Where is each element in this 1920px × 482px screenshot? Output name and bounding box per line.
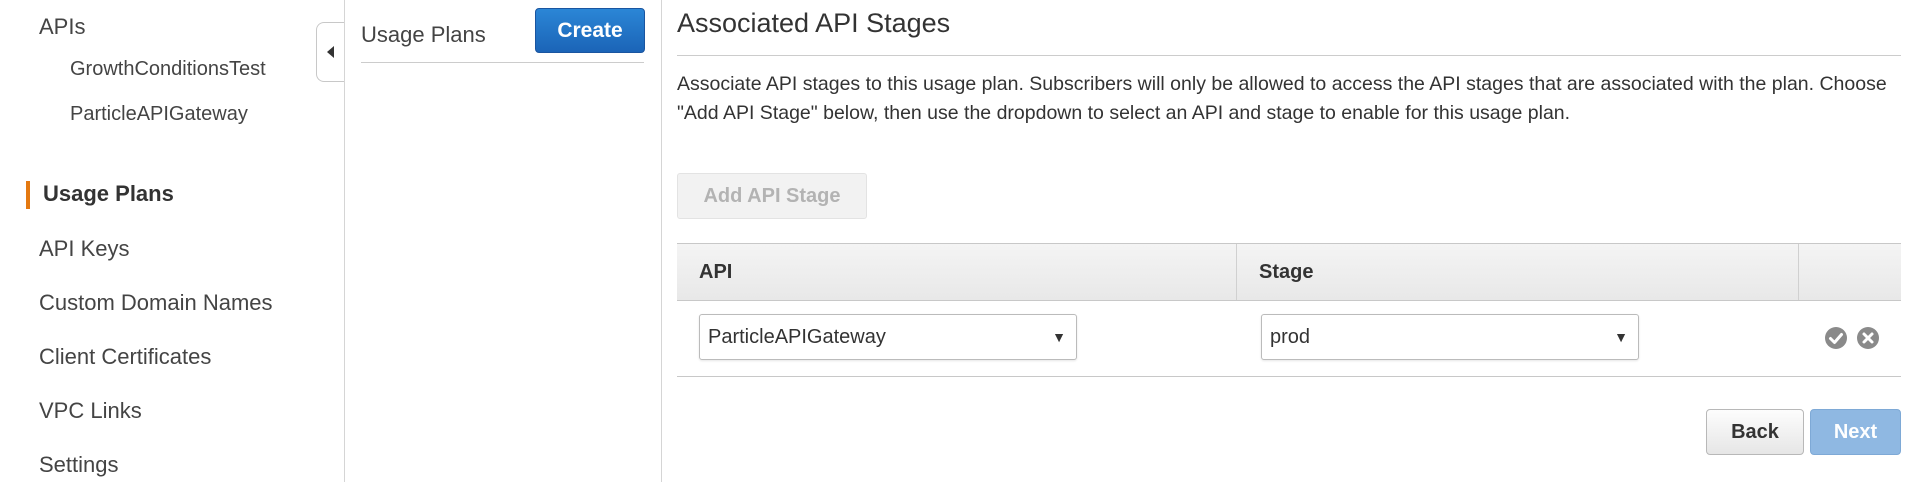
stage-select-value: prod (1270, 326, 1311, 348)
nav-item-apis[interactable]: APIs (39, 14, 85, 40)
chevron-down-icon: ▼ (1052, 329, 1066, 345)
nav-item-client-certificates[interactable]: Client Certificates (39, 344, 211, 370)
next-button[interactable]: Next (1810, 409, 1901, 455)
nav-item-growthconditionstest[interactable]: GrowthConditionsTest (70, 58, 266, 81)
nav-item-settings[interactable]: Settings (39, 452, 119, 478)
nav-item-particleapigateway[interactable]: ParticleAPIGateway (70, 103, 248, 126)
table-row: ParticleAPIGateway ▼ prod ▼ (677, 301, 1901, 377)
nav-item-custom-domain-names[interactable]: Custom Domain Names (39, 290, 273, 316)
caret-left-icon (326, 46, 334, 58)
nav-item-usage-plans[interactable]: Usage Plans (43, 181, 174, 207)
chevron-down-icon: ▼ (1614, 329, 1628, 345)
column-header-stage: Stage (1237, 244, 1799, 300)
nav-item-api-keys[interactable]: API Keys (39, 236, 129, 262)
add-api-stage-button[interactable]: Add API Stage (677, 173, 867, 219)
table-header: API Stage (677, 243, 1901, 301)
api-select[interactable]: ParticleAPIGateway ▼ (699, 314, 1077, 360)
panel-divider (361, 62, 644, 63)
create-button[interactable]: Create (535, 8, 645, 53)
nav-item-vpc-links[interactable]: VPC Links (39, 398, 142, 424)
left-navigation: APIs GrowthConditionsTest ParticleAPIGat… (0, 0, 345, 482)
active-indicator (26, 181, 30, 209)
close-circle-icon[interactable] (1856, 326, 1880, 350)
stage-select[interactable]: prod ▼ (1261, 314, 1639, 360)
checkmark-circle-icon[interactable] (1824, 326, 1848, 350)
api-select-value: ParticleAPIGateway (708, 326, 886, 348)
page-title: Associated API Stages (677, 8, 951, 38)
main-content: Associated API Stages Associate API stag… (677, 0, 1901, 482)
back-button[interactable]: Back (1706, 409, 1804, 455)
api-stages-table: API Stage ParticleAPIGateway ▼ prod ▼ (677, 243, 1901, 377)
title-divider (677, 55, 1901, 56)
description-text: Associate API stages to this usage plan.… (677, 73, 1887, 124)
column-header-api: API (677, 244, 1237, 300)
collapse-sidebar-button[interactable] (316, 22, 344, 82)
column-header-actions (1799, 244, 1901, 300)
panel-title: Usage Plans (361, 22, 486, 47)
usage-plans-panel: Usage Plans Create (345, 0, 662, 482)
